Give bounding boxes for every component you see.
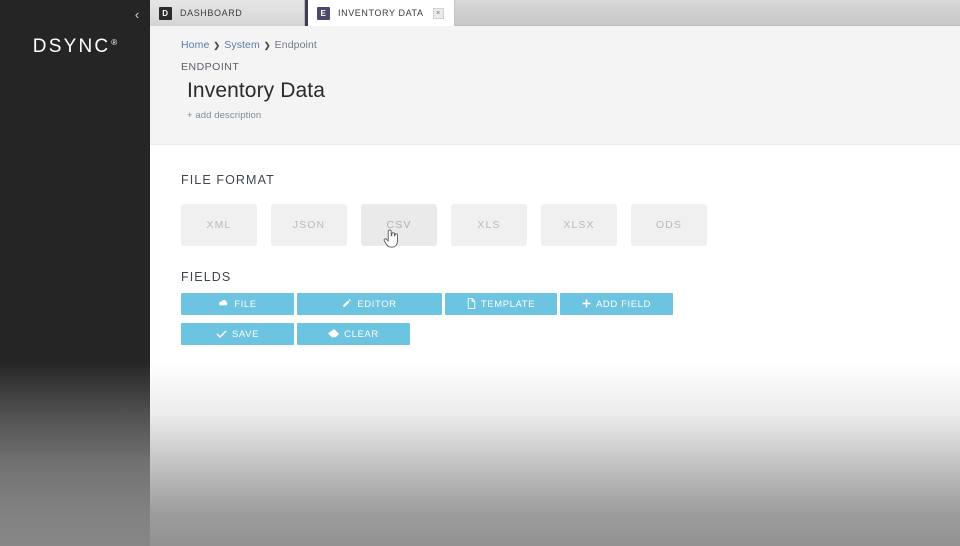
eraser-icon [328,328,339,340]
template-button[interactable]: TEMPLATE [445,293,557,315]
clear-button[interactable]: CLEAR [297,323,410,345]
format-option-ods-label: ODS [655,219,683,231]
application-window: ‹ DSYNC® D DASHBOARD E INVENTORY DATA × … [0,0,960,546]
file-button[interactable]: FILE [181,293,294,315]
format-option-ods[interactable]: ODS [631,204,707,246]
file-format-options: XML JSON CSV XLS XLSX ODS [181,204,960,246]
brand-logo-text: DSYNC [32,36,111,57]
brand-logo: DSYNC® [0,36,150,58]
main-panel: D DASHBOARD E INVENTORY DATA × Home ❯ Syst… [150,0,960,546]
editor-button[interactable]: EDITOR [297,293,442,315]
file-icon [467,297,476,311]
save-button[interactable]: SAVE [181,323,294,345]
dashboard-tab-icon: D [159,6,172,20]
format-option-csv-label: CSV [386,219,412,231]
breadcrumb-item-endpoint: Endpoint [274,39,317,51]
format-option-xml-label: XML [206,219,232,231]
format-option-xml[interactable]: XML [181,204,257,246]
format-option-json[interactable]: JSON [271,204,347,246]
fields-action-row-primary: FILE EDITOR TEMPLATE ADD FIELD [181,293,960,315]
pencil-icon [342,298,352,310]
plus-icon [582,298,591,310]
add-description-link[interactable]: + add description [187,110,960,121]
template-button-label: TEMPLATE [480,298,536,310]
content-area: FILE FORMAT XML JSON CSV XLS XLSX ODS FI… [150,145,960,345]
sidebar: ‹ DSYNC® [0,0,150,546]
cloud-icon [218,299,229,309]
tab-inventory-data[interactable]: E INVENTORY DATA × [305,0,455,26]
sidebar-bottom-fade-overlay [0,361,150,546]
add-field-button[interactable]: ADD FIELD [560,293,673,315]
tab-dashboard[interactable]: D DASHBOARD [150,0,305,26]
check-icon [216,329,227,340]
breadcrumb-item-home[interactable]: Home [181,39,209,51]
page-header: Home ❯ System ❯ Endpoint ENDPOINT Inventory … [150,26,960,145]
editor-button-label: EDITOR [357,298,397,310]
breadcrumb-separator-icon: ❯ [263,41,271,50]
format-option-xls-label: XLS [477,219,501,231]
format-option-json-label: JSON [292,219,326,231]
registered-mark-icon: ® [111,37,118,47]
file-format-section-title: FILE FORMAT [181,173,275,187]
entity-type-label: ENDPOINT [181,61,240,73]
tab-close-icon[interactable]: × [433,7,444,19]
fields-action-row-secondary: SAVE CLEAR [181,323,960,345]
add-field-button-label: ADD FIELD [595,298,652,310]
format-option-xlsx[interactable]: XLSX [541,204,617,246]
page-title: Inventory Data [187,79,325,102]
save-button-label: SAVE [231,328,260,340]
tab-inventory-data-label: INVENTORY DATA [338,8,424,18]
tab-bar: D DASHBOARD E INVENTORY DATA × [150,0,960,26]
format-option-xls[interactable]: XLS [451,204,527,246]
clear-button-label: CLEAR [344,328,379,340]
format-option-xlsx-label: XLSX [563,219,595,231]
fields-section-title: FIELDS [181,270,232,284]
sidebar-collapse-chevron-left-icon[interactable]: ‹ [130,7,144,23]
breadcrumb: Home ❯ System ❯ Endpoint [181,38,960,53]
breadcrumb-separator-icon: ❯ [213,41,221,50]
endpoint-tab-icon: E [317,6,330,20]
file-button-label: FILE [234,298,257,310]
breadcrumb-item-system[interactable]: System [224,39,260,51]
format-option-csv[interactable]: CSV [361,204,437,246]
tab-dashboard-label: DASHBOARD [180,8,243,18]
